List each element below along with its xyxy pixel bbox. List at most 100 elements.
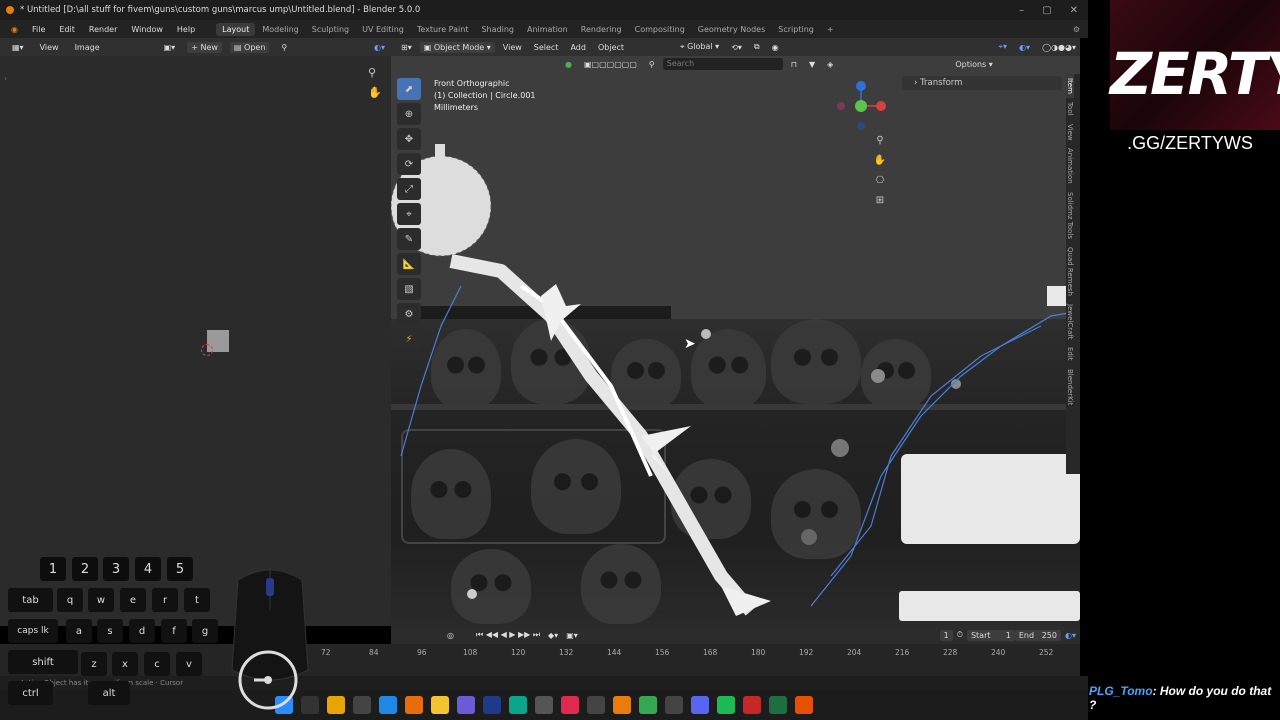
cursor-2d-icon[interactable] xyxy=(201,344,213,356)
transform-panel[interactable]: › Transform xyxy=(902,76,1062,90)
zoom-viewport-icon[interactable]: ⚲ xyxy=(872,135,888,151)
pin-icon[interactable]: ⚲ xyxy=(277,42,291,53)
taskbar-chrome2-icon[interactable] xyxy=(639,696,657,714)
visibility-icon[interactable]: ● xyxy=(561,59,576,70)
taskbar-obs-icon[interactable] xyxy=(457,696,475,714)
transform-tool-icon[interactable]: ⌖ xyxy=(397,203,421,225)
tab-modeling[interactable]: Modeling xyxy=(256,23,304,36)
menu-window[interactable]: Window xyxy=(124,25,170,34)
tab-compositing[interactable]: Compositing xyxy=(629,23,691,36)
taskbar-app-c-icon[interactable] xyxy=(743,696,761,714)
scene-icon[interactable]: ⚙ xyxy=(1073,25,1088,34)
camera-view-icon[interactable]: ⎔ xyxy=(872,175,888,191)
menu-edit[interactable]: Edit xyxy=(52,25,82,34)
options-button[interactable]: Options ▾ xyxy=(951,58,997,70)
tab-layout[interactable]: Layout xyxy=(216,22,256,36)
taskbar-settings-icon[interactable] xyxy=(535,696,553,714)
taskbar-discord-icon[interactable] xyxy=(691,696,709,714)
keyframe-nav-icon[interactable]: ◆▾ xyxy=(544,630,562,641)
bookmark-icon[interactable]: ⊓ xyxy=(787,59,801,70)
tab-animation-side[interactable]: Animation xyxy=(1066,144,1074,188)
gizmo-y-icon[interactable] xyxy=(855,100,867,112)
viewport-add-menu[interactable]: Add xyxy=(566,42,590,53)
tab-sculpting[interactable]: Sculpting xyxy=(306,23,355,36)
scale-tool-icon[interactable]: ⤢ xyxy=(397,178,421,200)
menu-file[interactable]: File xyxy=(25,25,52,34)
gizmo-z-icon[interactable] xyxy=(856,81,866,91)
filter-icons[interactable]: ▣▢▢▢▢▢▢ xyxy=(580,59,641,70)
tab-geometry-nodes[interactable]: Geometry Nodes xyxy=(692,23,771,36)
tab-scripting[interactable]: Scripting xyxy=(772,23,820,36)
taskbar-spotify-icon[interactable] xyxy=(717,696,735,714)
viewport-view-menu[interactable]: View xyxy=(499,42,526,53)
playback-controls[interactable]: ⏮ ◀◀ ◀ ▶ ▶▶ ⏭ xyxy=(472,629,544,641)
overlays-icon[interactable]: ◐▾ xyxy=(1015,42,1034,53)
expand-arrow-icon[interactable]: › xyxy=(4,74,7,83)
tab-shading[interactable]: Shading xyxy=(475,23,520,36)
image-image-menu[interactable]: Image xyxy=(71,42,104,53)
shading-modes-icon[interactable]: ◯◑●◕▾ xyxy=(1038,42,1080,53)
tab-edit[interactable]: Edit xyxy=(1066,343,1074,365)
close-icon[interactable]: ✕ xyxy=(1070,5,1078,16)
menu-help[interactable]: Help xyxy=(170,25,202,34)
tab-rendering[interactable]: Rendering xyxy=(575,23,628,36)
end-frame-field[interactable]: End 250 xyxy=(1014,629,1061,641)
extra-tool-icon[interactable]: ⚙ xyxy=(397,303,421,325)
navigation-gizmo[interactable] xyxy=(835,80,890,135)
tab-texture-paint[interactable]: Texture Paint xyxy=(411,23,475,36)
pan-viewport-icon[interactable]: ✋ xyxy=(872,155,888,171)
taskbar-blender-alt-icon[interactable] xyxy=(405,696,423,714)
rotate-tool-icon[interactable]: ⟳ xyxy=(397,153,421,175)
cursor-tool-icon[interactable]: ⊕ xyxy=(397,103,421,125)
gizmo-toggle-icon[interactable]: ⌖▾ xyxy=(995,41,1012,53)
taskbar-store-icon[interactable] xyxy=(353,696,371,714)
hand-pan-icon[interactable]: ✋ xyxy=(368,86,382,99)
taskbar-excel-icon[interactable] xyxy=(769,696,787,714)
custom-tool-icon[interactable]: ⚡ xyxy=(397,328,421,350)
start-frame-field[interactable]: Start 1 xyxy=(966,629,1015,641)
current-frame-field[interactable]: 1 xyxy=(939,629,953,641)
editor-type-icon[interactable]: ▦▾ xyxy=(8,42,28,53)
taskbar-explorer-icon[interactable] xyxy=(431,696,449,714)
shield-icon[interactable]: ◈ xyxy=(823,59,837,70)
taskbar-app-b-icon[interactable] xyxy=(665,696,683,714)
viewport-select-menu[interactable]: Select xyxy=(530,42,563,53)
gizmo-neg-z-icon[interactable] xyxy=(857,122,865,130)
blender-menu-icon[interactable]: ◉ xyxy=(4,25,25,34)
image-browse-icon[interactable]: ▣▾ xyxy=(160,42,180,53)
record-icon[interactable]: ◎ xyxy=(443,630,458,641)
tab-quad-remesh[interactable]: Quad Remesh xyxy=(1066,243,1074,300)
tab-view[interactable]: View xyxy=(1066,120,1074,145)
open-image-button[interactable]: ▤ Open xyxy=(229,41,270,53)
move-tool-icon[interactable]: ✥ xyxy=(397,128,421,150)
select-box-tool-icon[interactable]: ⬈ xyxy=(397,78,421,100)
tab-tool[interactable]: Tool xyxy=(1066,98,1074,120)
taskbar-photoshop-icon[interactable] xyxy=(483,696,501,714)
zoom-icon[interactable]: ⚲ xyxy=(368,66,376,79)
taskbar-app-a-icon[interactable] xyxy=(587,696,605,714)
taskbar-blender-icon[interactable] xyxy=(613,696,631,714)
tab-blenderkit[interactable]: BlenderKit xyxy=(1066,365,1074,409)
add-workspace-icon[interactable]: + xyxy=(821,23,840,36)
measure-tool-icon[interactable]: 📐 xyxy=(397,253,421,275)
time-icon[interactable]: ⏱ xyxy=(953,629,967,641)
taskbar-chrome-icon[interactable] xyxy=(327,696,345,714)
add-cube-tool-icon[interactable]: ▧ xyxy=(397,278,421,300)
minimize-icon[interactable]: – xyxy=(1019,5,1024,16)
taskbar-app-d-icon[interactable] xyxy=(795,696,813,714)
menu-render[interactable]: Render xyxy=(82,25,124,34)
filter-funnel-icon[interactable]: ▼ xyxy=(805,59,819,70)
image-view-menu[interactable]: View xyxy=(36,42,63,53)
taskbar-affinity-icon[interactable] xyxy=(561,696,579,714)
viewport-editor-type-icon[interactable]: ⊞▾ xyxy=(397,42,416,53)
annotate-tool-icon[interactable]: ✎ xyxy=(397,228,421,250)
snap-icon[interactable]: ⧉ xyxy=(750,41,764,53)
mode-select[interactable]: ▣ Object Mode ▾ xyxy=(419,41,495,53)
orientation-select[interactable]: ⌖ Global ▾ xyxy=(676,41,723,53)
overlay-icon[interactable]: ◐▾ xyxy=(374,43,391,52)
maximize-icon[interactable]: ▢ xyxy=(1042,5,1051,16)
keying-icon[interactable]: ▣▾ xyxy=(562,630,582,641)
tab-animation[interactable]: Animation xyxy=(521,23,574,36)
taskbar-vscode-icon[interactable] xyxy=(379,696,397,714)
tab-uv-editing[interactable]: UV Editing xyxy=(356,23,410,36)
